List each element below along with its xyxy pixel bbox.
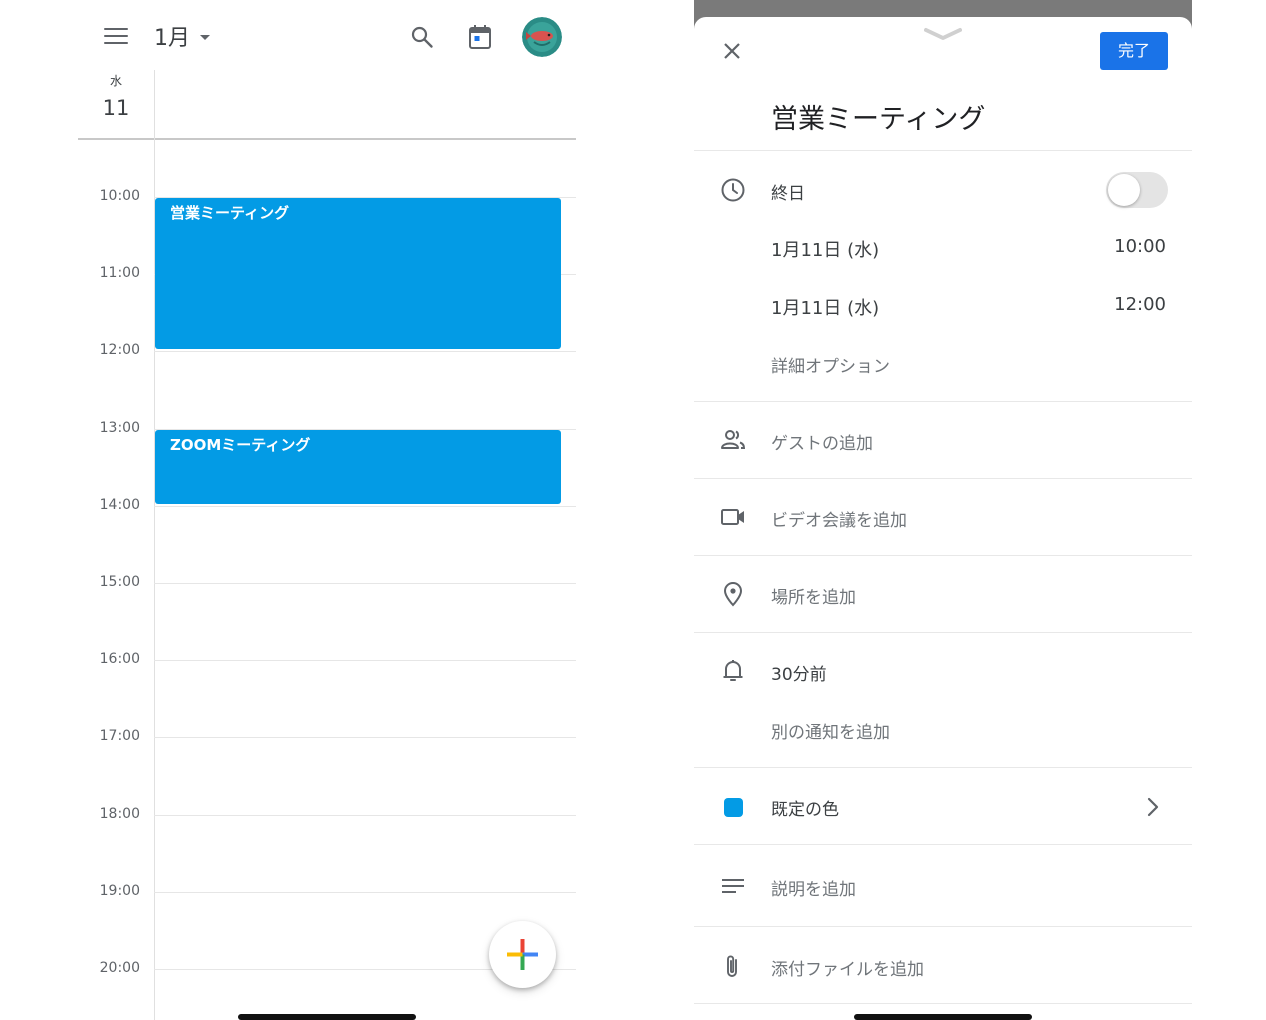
hour-label: 12:00 [99,342,140,359]
location-pin-icon [723,582,743,607]
event-block[interactable]: ZOOMミーティング [155,429,561,504]
sheet-grabber-icon[interactable] [924,27,962,41]
chevron-right-icon[interactable] [1146,796,1160,818]
avatar[interactable] [522,17,562,57]
add-notification-button[interactable]: 別の通知を追加 [771,718,890,743]
month-label: 1月 [154,26,190,51]
video-icon [721,509,744,525]
people-icon [721,430,746,449]
create-event-button[interactable] [489,921,556,988]
weekday-label: 水 [109,74,122,88]
event-editor-backdrop: 完了 営業ミーティング 終日 1月11日 (水) 10:00 1月11日 (水)… [694,0,1192,1020]
add-description-button[interactable]: 説明を追加 [771,875,856,900]
all-day-label: 終日 [771,184,805,204]
divider [694,632,1192,633]
add-video-conference-button[interactable]: ビデオ会議を追加 [771,506,907,531]
top-app-bar: 1月 [78,0,576,70]
hour-row: 16:00 [78,651,576,667]
hour-row: 15:00 [78,574,576,590]
calendar-day-view: 1月 水 11 10:00 11:00 12:00 13:00 14:00 15:00 [78,0,576,1020]
end-time[interactable]: 12:00 [1114,294,1166,315]
add-location-button[interactable]: 場所を追加 [771,583,856,608]
color-swatch [724,798,743,817]
hour-label: 19:00 [99,882,140,899]
start-date[interactable]: 1月11日 (水) [771,236,879,262]
clock-icon [721,178,745,202]
month-selector[interactable]: 1月 [154,20,210,52]
divider [694,926,1192,927]
bell-icon [723,660,743,681]
hour-grid[interactable]: 10:00 11:00 12:00 13:00 14:00 15:00 16:00 17:00… [78,70,576,1020]
paperclip-icon [727,955,737,977]
day-header: 水 11 [78,70,576,140]
hour-label: 13:00 [99,419,140,436]
divider [694,150,1192,151]
event-editor-sheet: 完了 営業ミーティング 終日 1月11日 (水) 10:00 1月11日 (水)… [694,17,1192,1020]
hour-label: 20:00 [99,960,140,976]
event-title-field[interactable]: 営業ミーティング [771,97,985,136]
divider [694,1003,1192,1004]
hour-row: 19:00 [78,883,576,899]
hour-line [154,505,576,507]
event-block[interactable]: 営業ミーティング [155,198,561,350]
color-label[interactable]: 既定の色 [771,795,839,820]
event-title: ZOOMミーティング [170,435,311,454]
divider [694,401,1192,402]
add-guests-button[interactable]: ゲストの追加 [771,429,873,454]
add-attachment-button[interactable]: 添付ファイルを追加 [771,955,924,980]
divider [694,555,1192,556]
notes-icon [722,879,744,893]
hour-row: 14:00 [78,497,576,513]
menu-icon[interactable] [104,28,128,46]
notification-setting[interactable]: 30分前 [771,660,827,685]
hour-line [154,660,576,662]
hour-label: 11:00 [99,265,140,282]
hour-line [154,891,576,893]
all-day-toggle[interactable] [1106,172,1168,208]
divider [694,844,1192,845]
toggle-knob [1108,174,1140,206]
hour-line [154,814,576,816]
dropdown-caret-icon [200,34,210,40]
divider [694,478,1192,479]
hour-row: 12:00 [78,342,576,358]
search-icon[interactable] [410,25,434,49]
more-options-link[interactable]: 詳細オプション [771,352,890,377]
hour-line [154,351,576,353]
start-time[interactable]: 10:00 [1114,236,1166,257]
home-indicator [854,1014,1032,1020]
end-date[interactable]: 1月11日 (水) [771,294,879,320]
hour-label: 10:00 [99,188,140,204]
close-icon[interactable] [722,41,742,61]
hour-row: 17:00 [78,728,576,744]
hour-label: 15:00 [99,574,140,590]
plus-icon [507,939,538,970]
hour-line [154,737,576,739]
hour-label: 14:00 [99,496,140,513]
hour-row: 18:00 [78,806,576,822]
divider [694,767,1192,768]
calendar-today-icon[interactable] [468,24,492,50]
home-indicator [238,1014,416,1020]
done-button[interactable]: 完了 [1100,32,1168,70]
hour-line [154,583,576,584]
hour-label: 16:00 [99,651,140,668]
hour-label: 18:00 [99,805,140,822]
day-number[interactable]: 11 [98,96,134,120]
hour-label: 17:00 [99,728,140,745]
event-title: 営業ミーティング [170,204,290,222]
